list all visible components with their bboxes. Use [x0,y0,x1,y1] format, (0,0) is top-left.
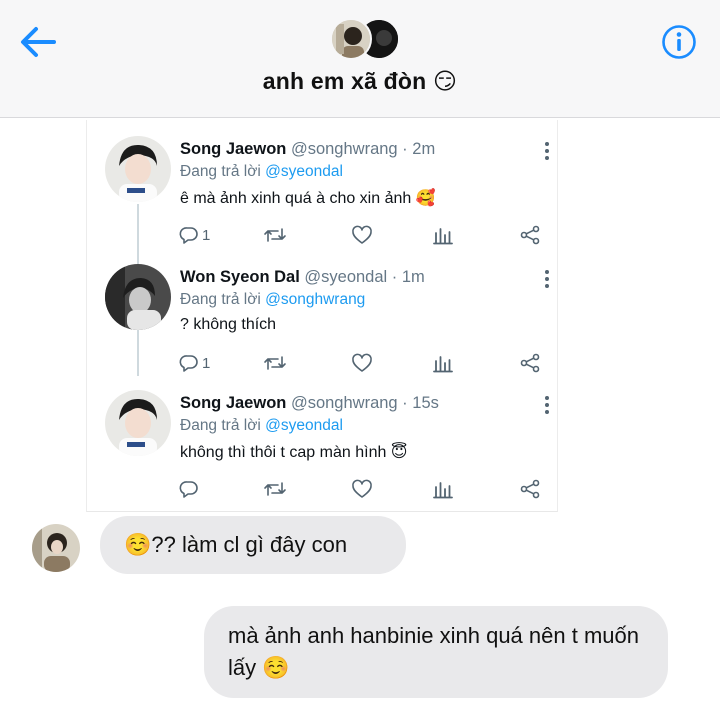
like-button[interactable] [351,224,376,246]
tweet: Won Syeon Dal @syeondal · 1m Đang trả lờ… [87,248,559,376]
avatar[interactable] [105,390,171,456]
back-arrow-icon [21,27,56,57]
like-button[interactable] [351,478,376,500]
avatar[interactable] [105,136,171,202]
info-button[interactable] [661,24,697,60]
analytics-icon [433,228,453,245]
author-display-name: Song Jaewon [180,394,287,412]
retweet-icon [264,356,286,370]
heart-icon [352,225,372,244]
author-display-name: Won Syeon Dal [180,268,300,286]
tweet-text: ? không thích [180,316,277,333]
back-button[interactable] [16,22,60,62]
mention-link[interactable]: @syeondal [265,417,343,434]
reply-count: 1 [202,226,211,244]
tweet-actions: 1 [179,352,551,374]
tweet-author[interactable]: Song Jaewon @songhwrang · 15s [180,394,439,413]
replying-prefix: Đang trả lời [180,163,261,180]
author-handle-time: @songhwrang · 15s [290,394,439,412]
heart-icon [352,479,372,498]
reply-icon [179,227,198,244]
reply-icon [179,355,198,372]
replying-to-line: Đang trả lời @syeondal [180,417,343,435]
tweet-screenshot: Song Jaewon @songhwrang · 2m Đang trả lờ… [86,120,558,512]
incoming-message[interactable]: ☺️?? làm cl gì đây con [100,516,406,574]
group-avatar[interactable] [330,18,404,60]
outgoing-message[interactable]: mà ảnh anh hanbinie xinh quá nên t muốn … [204,606,668,698]
tweet-author[interactable]: Song Jaewon @songhwrang · 2m [180,140,435,159]
more-vertical-icon [545,396,549,414]
retweet-button[interactable] [263,478,290,500]
author-display-name: Song Jaewon [180,140,287,158]
reply-button[interactable]: 1 [179,352,210,374]
tweet-actions: 1 [179,224,551,246]
replying-to-line: Đang trả lời @syeondal [180,163,343,181]
analytics-icon [433,482,453,499]
heart-icon [352,353,372,372]
tweet-author[interactable]: Won Syeon Dal @syeondal · 1m [180,268,425,287]
more-vertical-icon [545,270,549,288]
tweet-actions [179,478,551,500]
share-icon [520,353,540,373]
retweet-icon [264,482,286,496]
retweet-button[interactable] [263,224,290,246]
reply-icon [179,481,198,498]
share-button[interactable] [519,352,541,374]
retweet-icon [264,228,286,242]
retweet-button[interactable] [263,352,290,374]
like-button[interactable] [351,352,376,374]
author-handle-time: @songhwrang · 2m [290,140,436,158]
tweet: Song Jaewon @songhwrang · 15s Đang trả l… [87,374,559,502]
more-options-button[interactable] [539,140,555,162]
info-icon [662,25,696,59]
more-options-button[interactable] [539,394,555,416]
chat-header: anh em xã đòn 😏 [0,0,720,118]
share-icon [520,479,540,499]
avatar[interactable] [105,264,171,330]
replying-to-line: Đang trả lời @songhwrang [180,291,365,309]
reply-button[interactable]: 1 [179,224,210,246]
more-options-button[interactable] [539,268,555,290]
author-handle-time: @syeondal · 1m [304,268,425,286]
mention-link[interactable]: @syeondal [265,163,343,180]
tweet-text: ê mà ảnh xinh quá à cho xin ảnh 🥰 [180,190,436,207]
tweet-text: không thì thôi t cap màn hình 😇 [180,444,408,461]
analytics-button[interactable] [433,224,453,246]
chat-title: anh em xã đòn 😏 [262,68,458,94]
more-vertical-icon [545,142,549,160]
share-button[interactable] [519,478,541,500]
replying-prefix: Đang trả lời [180,417,261,434]
mention-link[interactable]: @songhwrang [265,291,365,308]
reply-button[interactable] [179,478,202,500]
analytics-button[interactable] [433,352,453,374]
reply-count: 1 [202,354,211,372]
share-icon [520,225,540,245]
analytics-button[interactable] [433,478,453,500]
share-button[interactable] [519,224,541,246]
avatar[interactable] [32,524,80,572]
tweet: Song Jaewon @songhwrang · 2m Đang trả lờ… [87,120,559,248]
replying-prefix: Đang trả lời [180,291,261,308]
avatar [330,18,372,60]
analytics-icon [433,356,453,373]
